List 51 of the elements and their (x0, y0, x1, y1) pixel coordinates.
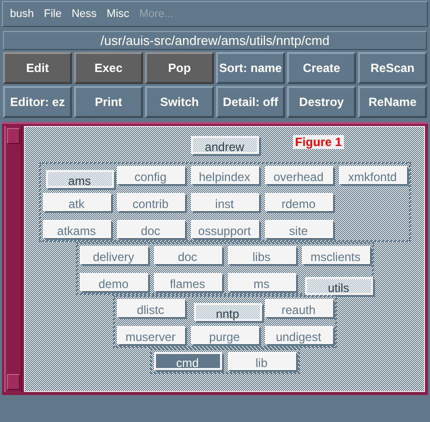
directory-node[interactable]: dlistc (116, 299, 184, 317)
figure-label: Figure 1 (293, 135, 344, 149)
command-button[interactable]: Detail: off (216, 86, 285, 118)
directory-node[interactable]: overhead (264, 166, 332, 184)
directory-node[interactable]: doc (154, 246, 222, 264)
directory-node[interactable]: delivery (80, 246, 148, 264)
directory-node[interactable]: muserver (116, 326, 184, 344)
directory-node[interactable]: cmd (154, 352, 222, 370)
command-button[interactable]: Edit (3, 52, 72, 84)
directory-node[interactable]: reauth (264, 299, 332, 317)
directory-node[interactable]: xmkfontd (338, 166, 406, 184)
directory-node[interactable]: ms (228, 273, 296, 291)
command-button[interactable]: Destroy (287, 86, 356, 118)
directory-node[interactable]: undigest (264, 326, 332, 344)
directory-node[interactable]: libs (228, 246, 296, 264)
directory-node[interactable]: site (264, 220, 332, 238)
menu-item[interactable]: File (40, 8, 69, 20)
directory-node[interactable]: rdemo (264, 193, 332, 211)
directory-node[interactable]: helpindex (190, 166, 258, 184)
directory-node[interactable]: config (116, 166, 184, 184)
directory-node[interactable]: lib (228, 352, 296, 370)
directory-node[interactable]: andrew (190, 136, 258, 154)
menu-item[interactable]: Misc (104, 8, 136, 20)
directory-node[interactable]: msclients (302, 246, 370, 264)
directory-node[interactable]: demo (80, 273, 148, 291)
directory-node[interactable]: flames (154, 273, 222, 291)
command-button[interactable]: ReScan (358, 52, 427, 84)
directory-node[interactable]: inst (190, 193, 258, 211)
directory-node[interactable]: contrib (116, 193, 184, 211)
menu-item[interactable]: bush (7, 8, 41, 20)
directory-node[interactable]: atkams (42, 220, 110, 238)
command-button[interactable]: ReName (358, 86, 427, 118)
directory-node[interactable]: atk (42, 193, 110, 211)
command-button[interactable]: Exec (74, 52, 143, 84)
command-button[interactable]: Pop (145, 52, 214, 84)
command-button[interactable]: Switch (145, 86, 214, 118)
path-bar: /usr/auis-src/andrew/ams/utils/nntp/cmd (3, 31, 427, 50)
directory-node[interactable]: ossupport (190, 220, 258, 238)
command-button[interactable]: Editor: ez (3, 86, 72, 118)
command-button[interactable]: Sort: name (216, 52, 285, 84)
scroll-up-button[interactable] (7, 128, 20, 144)
directory-node[interactable]: purge (190, 326, 258, 344)
directory-node[interactable]: ams (46, 170, 114, 188)
directory-node[interactable]: utils (304, 277, 372, 295)
command-button[interactable]: Print (74, 86, 143, 118)
scroll-down-button[interactable] (7, 374, 20, 390)
directory-node[interactable]: nntp (194, 303, 262, 321)
directory-node[interactable]: doc (116, 220, 184, 238)
scrollbar[interactable] (4, 126, 22, 392)
menu-item[interactable]: Ness (68, 8, 104, 20)
command-button[interactable]: Create (287, 52, 356, 84)
